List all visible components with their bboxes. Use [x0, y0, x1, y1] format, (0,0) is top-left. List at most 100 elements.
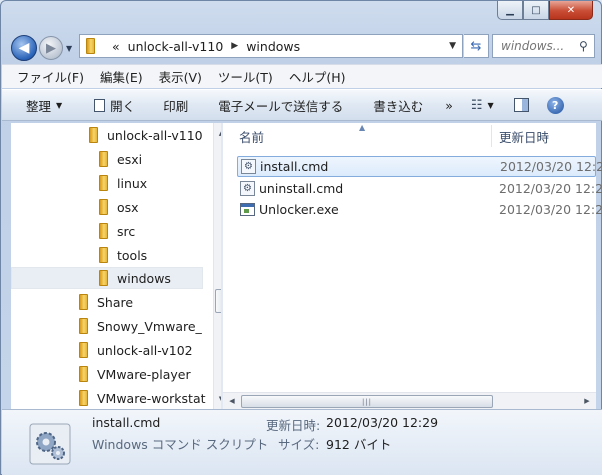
tree-item-tools[interactable]: tools [99, 244, 147, 266]
file-name: install.cmd [260, 159, 329, 174]
details-modified-value: 2012/03/20 12:29 [326, 415, 439, 430]
burn-label: 書き込む [373, 98, 424, 114]
tree-item-vmware-player[interactable]: VMware-player [79, 363, 191, 385]
view-options-button[interactable]: ☷ ▼ [471, 98, 494, 113]
print-label: 印刷 [163, 98, 189, 114]
details-view-icon: ☷ [470, 97, 483, 113]
file-list-pane: ▲ 名前 更新日時 ⚙ install.cmd 2012/03/20 12:29… [223, 123, 602, 409]
navigation-pane: unlock-all-v110 esxi linux osx src tools… [11, 123, 229, 409]
sort-ascending-icon: ▲ [359, 123, 366, 132]
refresh-button[interactable]: ⇆ [464, 34, 489, 58]
menu-file[interactable]: ファイル(F) [2, 67, 92, 86]
tree-item-vmware-workstation[interactable]: VMware-workstat [79, 387, 206, 409]
file-name: uninstall.cmd [259, 181, 344, 196]
scroll-right-icon[interactable]: ▶ [579, 393, 595, 409]
address-dropdown-icon[interactable]: ▼ [449, 41, 456, 51]
breadcrumb-windows[interactable]: windows [246, 39, 300, 54]
menu-bar: ファイル(F) 編集(E) 表示(V) ツール(T) ヘルプ(H) [2, 64, 602, 88]
details-size-label: サイズ: [278, 437, 320, 452]
breadcrumb-overflow[interactable]: « [112, 39, 120, 54]
tree-item-label: unlock-all-v102 [97, 342, 193, 358]
menu-help[interactable]: ヘルプ(H) [281, 67, 354, 86]
caption-buttons: ▁ □ ✕ [497, 1, 593, 20]
tree-item-windows[interactable]: windows [11, 267, 203, 289]
burn-button[interactable]: 書き込む [373, 96, 423, 115]
refresh-icon: ⇆ [470, 38, 482, 54]
cmd-script-icon: ⚙ [240, 181, 255, 196]
column-divider[interactable] [491, 125, 492, 147]
folder-icon [79, 366, 88, 382]
tree-item-snowy-vmware[interactable]: Snowy_Vmware_ [79, 315, 202, 337]
file-row-uninstall-cmd[interactable]: ⚙ uninstall.cmd 2012/03/20 12:29 [237, 178, 602, 199]
open-button[interactable]: 開く [94, 96, 135, 115]
file-date: 2012/03/20 12:29 [500, 159, 602, 174]
details-file-name: install.cmd [92, 415, 161, 430]
tree-item-unlock-all-v102[interactable]: unlock-all-v102 [79, 339, 193, 361]
address-bar[interactable]: « unlock-all-v110 ▶ windows ▼ [79, 34, 463, 58]
folder-icon [99, 247, 108, 263]
tree-item-share[interactable]: Share [79, 291, 133, 313]
folder-icon [79, 294, 88, 310]
organize-button[interactable]: 整理 ▼ [26, 96, 62, 115]
folder-icon [99, 151, 108, 167]
search-icon[interactable]: ⚲ [579, 39, 588, 53]
explorer-window: ▁ □ ✕ ◀ ▶ ▼ « unlock-all-v110 ▶ windows … [0, 0, 602, 475]
tree-item-linux[interactable]: linux [99, 172, 147, 194]
forward-button[interactable]: ▶ [39, 36, 63, 60]
email-button[interactable]: 電子メールで送信する [218, 96, 343, 115]
tree-item-unlock-all-v110[interactable]: unlock-all-v110 [89, 124, 203, 146]
command-bar: 整理 ▼ 開く 印刷 電子メールで送信する 書き込む » ☷ ▼ ? [2, 89, 602, 121]
tree-item-src[interactable]: src [99, 220, 135, 242]
breadcrumb-separator-icon[interactable]: ▶ [231, 41, 238, 51]
breadcrumb-unlock-all-v110[interactable]: unlock-all-v110 [128, 39, 224, 54]
more-label: » [445, 97, 453, 113]
tree-item-osx[interactable]: osx [99, 196, 139, 218]
minimize-button[interactable]: ▁ [497, 1, 523, 20]
tree-item-label: osx [117, 199, 139, 215]
folder-icon [79, 390, 88, 406]
print-button[interactable]: 印刷 [163, 96, 188, 115]
tree-item-label: tools [117, 247, 148, 263]
scroll-left-icon[interactable]: ◀ [224, 393, 240, 409]
folder-icon [99, 270, 108, 286]
tree-item-label: Share [97, 294, 134, 310]
cmd-file-large-icon [29, 423, 71, 465]
folder-icon [79, 318, 88, 334]
tree-item-label: VMware-player [97, 366, 191, 382]
search-input[interactable] [501, 39, 577, 53]
back-button[interactable]: ◀ [11, 35, 37, 61]
help-button[interactable]: ? [546, 96, 564, 114]
chevron-down-icon: ▼ [56, 100, 63, 110]
tree-item-label: esxi [117, 151, 143, 167]
help-icon: ? [546, 96, 564, 114]
tree-item-esxi[interactable]: esxi [99, 148, 142, 170]
search-box[interactable]: ⚲ [492, 34, 595, 58]
more-commands-button[interactable]: » [445, 98, 453, 113]
tree-item-label: VMware-workstat [97, 390, 206, 406]
open-icon [94, 98, 106, 112]
column-header-name[interactable]: 名前 [239, 123, 264, 149]
menu-tools[interactable]: ツール(T) [210, 67, 281, 86]
recent-pages-dropdown[interactable]: ▼ [66, 44, 72, 53]
file-list-horizontal-scrollbar[interactable]: ◀ ||| ▶ [223, 392, 596, 409]
folder-icon [99, 199, 108, 215]
folder-icon [89, 127, 98, 143]
email-label: 電子メールで送信する [218, 98, 344, 114]
close-button[interactable]: ✕ [549, 1, 593, 20]
details-size-value: 912 バイト [326, 437, 392, 452]
menu-edit[interactable]: 編集(E) [92, 67, 151, 86]
forward-arrow-icon: ▶ [46, 40, 56, 56]
preview-pane-button[interactable] [513, 98, 529, 112]
file-row-unlocker-exe[interactable]: Unlocker.exe 2012/03/20 12:29 [237, 199, 602, 220]
scroll-thumb[interactable]: ||| [241, 395, 493, 408]
folder-icon [99, 223, 108, 239]
tree-item-label: unlock-all-v110 [107, 127, 203, 143]
file-row-install-cmd[interactable]: ⚙ install.cmd 2012/03/20 12:29 [237, 156, 602, 177]
file-date: 2012/03/20 12:29 [499, 202, 602, 217]
back-arrow-icon: ◀ [18, 40, 30, 56]
maximize-button[interactable]: □ [523, 1, 549, 20]
menu-view[interactable]: 表示(V) [151, 67, 210, 86]
column-header-modified[interactable]: 更新日時 [499, 123, 549, 149]
details-file-type: Windows コマンド スクリプト [92, 437, 269, 452]
folder-icon [99, 175, 108, 191]
